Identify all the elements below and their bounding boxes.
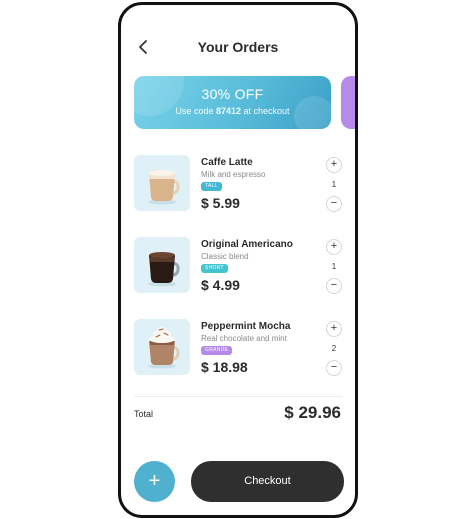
divider	[134, 396, 342, 397]
decrease-button[interactable]: −	[326, 196, 342, 212]
promo-subtitle: Use code 87412 at checkout	[134, 106, 331, 116]
item-description: Classic blend	[201, 252, 249, 261]
decrease-button[interactable]: −	[326, 278, 342, 294]
item-price: $ 5.99	[201, 195, 240, 211]
order-item: Caffe Latte Milk and espresso TALL $ 5.9…	[134, 155, 344, 215]
increase-button[interactable]: +	[326, 239, 342, 255]
item-description: Milk and espresso	[201, 170, 266, 179]
item-name: Caffe Latte	[201, 157, 253, 168]
quantity-stepper: + 1 −	[323, 155, 345, 215]
increase-button[interactable]: +	[326, 321, 342, 337]
quantity-value: 2	[331, 344, 337, 353]
item-thumbnail	[134, 319, 190, 375]
item-description: Real chocolate and mint	[201, 334, 287, 343]
promo-sub-prefix: Use code	[175, 106, 214, 116]
add-button[interactable]: +	[134, 461, 175, 502]
item-name: Original Americano	[201, 239, 293, 250]
page-title: Your Orders	[197, 39, 279, 55]
order-item: Original Americano Classic blend SHORT $…	[134, 237, 344, 297]
item-thumbnail	[134, 155, 190, 211]
size-badge: GRANDE	[201, 346, 233, 355]
promo-code: 87412	[215, 106, 242, 116]
mocha-cup-icon	[148, 327, 180, 369]
size-badge: SHORT	[201, 264, 228, 273]
order-item: Peppermint Mocha Real chocolate and mint…	[134, 319, 344, 379]
decrease-button[interactable]: −	[326, 360, 342, 376]
item-price: $ 4.99	[201, 277, 240, 293]
promo-banner[interactable]: 30% OFF Use code 87412 at checkout	[134, 76, 331, 129]
quantity-value: 1	[331, 262, 337, 271]
checkout-button[interactable]: Checkout	[191, 461, 344, 502]
promo-sub-suffix: at checkout	[243, 106, 290, 116]
item-thumbnail	[134, 237, 190, 293]
size-badge: TALL	[201, 182, 222, 191]
header: Your Orders	[121, 33, 355, 63]
promo-banner-next[interactable]	[341, 76, 355, 129]
quantity-value: 1	[331, 180, 337, 189]
phone-frame: Your Orders 30% OFF Use code 87412 at ch…	[118, 2, 358, 518]
americano-cup-icon	[148, 252, 180, 287]
total-value: $ 29.96	[284, 403, 341, 422]
increase-button[interactable]: +	[326, 157, 342, 173]
item-price: $ 18.98	[201, 359, 248, 375]
quantity-stepper: + 2 −	[323, 319, 345, 379]
quantity-stepper: + 1 −	[323, 237, 345, 297]
total-label: Total	[134, 409, 154, 419]
latte-cup-icon	[148, 170, 180, 205]
item-name: Peppermint Mocha	[201, 321, 291, 332]
